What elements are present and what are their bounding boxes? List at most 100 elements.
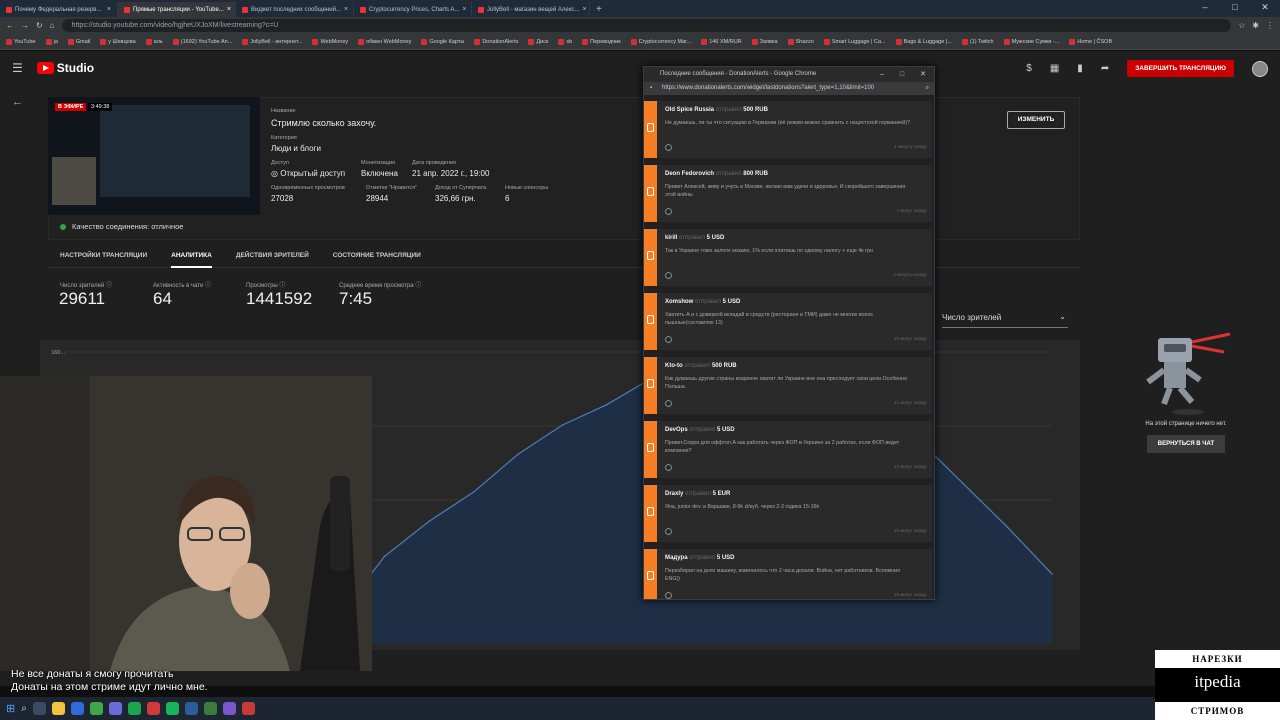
- bookmark-item[interactable]: обмен WebMoney: [358, 38, 411, 45]
- minimize-icon[interactable]: –: [1190, 0, 1220, 15]
- stream-preview[interactable]: [48, 97, 260, 215]
- close-tab-icon[interactable]: ×: [462, 6, 466, 13]
- tab-analytics[interactable]: АНАЛИТИКА: [171, 244, 212, 268]
- back-arrow-icon[interactable]: ←: [12, 96, 23, 108]
- minimize-icon[interactable]: –: [880, 67, 884, 82]
- replay-icon[interactable]: [665, 272, 672, 279]
- browser-tab[interactable]: Cryptocurrency Prices, Charts A... ×: [354, 2, 472, 17]
- opera-icon[interactable]: [146, 702, 160, 715]
- bookmark-item[interactable]: Google Карты: [421, 38, 465, 45]
- replay-icon[interactable]: [665, 528, 672, 535]
- donation-accent: [644, 485, 657, 542]
- bookmark-favicon-icon: [67, 38, 74, 45]
- replay-icon[interactable]: [665, 208, 672, 215]
- search-icon[interactable]: ⌕: [21, 703, 27, 714]
- tab-stream-settings[interactable]: НАСТРОЙКИ ТРАНСЛЯЦИИ: [60, 244, 147, 268]
- bookmark-star-icon[interactable]: ☆: [1238, 21, 1245, 30]
- bookmark-item[interactable]: Gmail: [67, 38, 90, 45]
- bookmark-item[interactable]: Bags & Luggage |...: [895, 38, 952, 45]
- maximize-icon[interactable]: □: [1220, 0, 1250, 15]
- app-icon[interactable]: [222, 702, 236, 715]
- browser-tab[interactable]: JollyBell - магазин вещей Алекс... ×: [472, 2, 590, 17]
- bookmark-item[interactable]: sb: [558, 38, 572, 45]
- close-icon[interactable]: ✕: [1250, 0, 1280, 15]
- tab-stream-health[interactable]: СОСТОЯНИЕ ТРАНСЛЯЦИИ: [333, 244, 421, 268]
- bookmark-label: Google Карты: [429, 38, 465, 45]
- bookmark-item[interactable]: Cryptocurrency Mar...: [630, 38, 691, 45]
- bookmark-item[interactable]: (1) Twitch: [961, 38, 994, 45]
- close-tab-icon[interactable]: ×: [227, 6, 231, 13]
- bookmark-item[interactable]: Smart Luggage | Ca...: [823, 38, 886, 45]
- avatar[interactable]: [1252, 60, 1268, 77]
- tab-favicon-icon: [242, 6, 248, 13]
- bookmark-item[interactable]: JollyBell - интернет...: [242, 38, 302, 45]
- replay-icon[interactable]: [665, 144, 672, 151]
- bookmark-item[interactable]: WebMoney: [312, 38, 348, 45]
- tab-viewer-actions[interactable]: ДЕЙСТВИЯ ЗРИТЕЛЕЙ: [236, 244, 309, 268]
- bookmark-item[interactable]: 146 XM/RUR: [701, 38, 742, 45]
- menu-icon[interactable]: ⋮: [1266, 21, 1274, 30]
- bookmark-item[interactable]: Переводчик: [582, 38, 621, 45]
- hamburger-icon[interactable]: ☰: [12, 61, 23, 75]
- donor-name: Old Spice Russia: [665, 107, 715, 113]
- bookmark-item[interactable]: аль: [145, 38, 163, 45]
- bookmark-item[interactable]: DonationAlerts: [474, 38, 518, 45]
- bookmark-item[interactable]: Home | ČSOB: [1069, 38, 1112, 45]
- bookmark-label: 146 XM/RUR: [709, 38, 742, 45]
- spotify-icon[interactable]: [127, 702, 141, 715]
- donation-message: Хватить А и с доверкой вкладай в средств…: [665, 312, 874, 326]
- browser-tab[interactable]: Виджет последних сообщений... ×: [236, 2, 354, 17]
- end-stream-button[interactable]: ЗАВЕРШИТЬ ТРАНСЛЯЦИЮ: [1127, 60, 1234, 77]
- bookmark-item[interactable]: (1692) YouTube An...: [172, 38, 232, 45]
- replay-icon[interactable]: [665, 400, 672, 407]
- replay-icon[interactable]: [665, 464, 672, 471]
- studio-logo[interactable]: Studio: [36, 61, 94, 75]
- close-tab-icon[interactable]: ×: [107, 6, 111, 13]
- url-field[interactable]: https://studio.youtube.com/video/hgjheUX…: [61, 19, 1232, 32]
- new-tab-button[interactable]: +: [590, 2, 608, 17]
- edit-button[interactable]: ИЗМЕНИТЬ: [1007, 111, 1065, 129]
- whatsapp-icon[interactable]: [165, 702, 179, 715]
- telegram-icon[interactable]: [70, 702, 84, 715]
- taskview-icon[interactable]: [32, 702, 46, 715]
- bookmark-item[interactable]: ja: [45, 38, 58, 45]
- home-icon[interactable]: ⌂: [50, 21, 55, 30]
- windows-start-icon[interactable]: ⊞: [6, 702, 15, 715]
- bookmark-icon[interactable]: ▮: [1077, 63, 1083, 74]
- back-to-chat-button[interactable]: ВЕРНУТЬСЯ В ЧАТ: [1147, 435, 1225, 453]
- browser-tab[interactable]: Почему Федеральная резерв... ×: [0, 2, 118, 17]
- photoshop-icon[interactable]: [184, 702, 198, 715]
- clapper-icon[interactable]: ▦: [1050, 63, 1059, 74]
- close-tab-icon[interactable]: ×: [582, 6, 586, 13]
- popup-title: Последние сообщения - DonationAlerts - G…: [660, 71, 817, 77]
- bookmark-item[interactable]: Shazzo: [787, 38, 814, 45]
- share-icon[interactable]: ➦: [1101, 63, 1109, 74]
- browser-tab[interactable]: Прямые трансляции - YouTube... ×: [118, 2, 236, 17]
- replay-icon[interactable]: [665, 336, 672, 343]
- maximize-icon[interactable]: □: [900, 67, 904, 82]
- replay-icon[interactable]: [665, 592, 672, 599]
- donation-alerts-icon: [647, 187, 654, 196]
- extensions-icon[interactable]: ✱: [1252, 21, 1259, 30]
- app-icon[interactable]: [203, 702, 217, 715]
- metric-select[interactable]: Число зрителей ⌄: [942, 312, 1068, 328]
- back-icon[interactable]: ←: [6, 21, 14, 30]
- explorer-icon[interactable]: [51, 702, 65, 715]
- data-point: [383, 555, 386, 558]
- bookmark-item[interactable]: YouTube: [6, 38, 36, 45]
- forward-icon[interactable]: →: [21, 21, 29, 30]
- bookmark-item[interactable]: у Шевцова: [100, 38, 136, 45]
- close-icon[interactable]: ✕: [920, 67, 926, 82]
- chrome-icon[interactable]: [89, 702, 103, 715]
- monetization-icon[interactable]: $: [1026, 63, 1032, 74]
- close-tab-icon[interactable]: ×: [344, 6, 348, 13]
- reload-icon[interactable]: ↻: [36, 21, 43, 30]
- discord-icon[interactable]: [108, 702, 122, 715]
- donation-message: Яna, junior dev. в Варшаве, 8-9k zł/куб.…: [665, 504, 820, 510]
- bookmark-item[interactable]: Заявка: [751, 38, 778, 45]
- app-icon[interactable]: [241, 702, 255, 715]
- subtitles: Не все донаты я смогу прочитать Донаты н…: [11, 668, 208, 694]
- metric-label: Активность в чате ⓘ: [153, 283, 212, 289]
- bookmark-item[interactable]: Мужские Сумки -...: [1003, 38, 1059, 45]
- bookmark-item[interactable]: Диск: [528, 38, 548, 45]
